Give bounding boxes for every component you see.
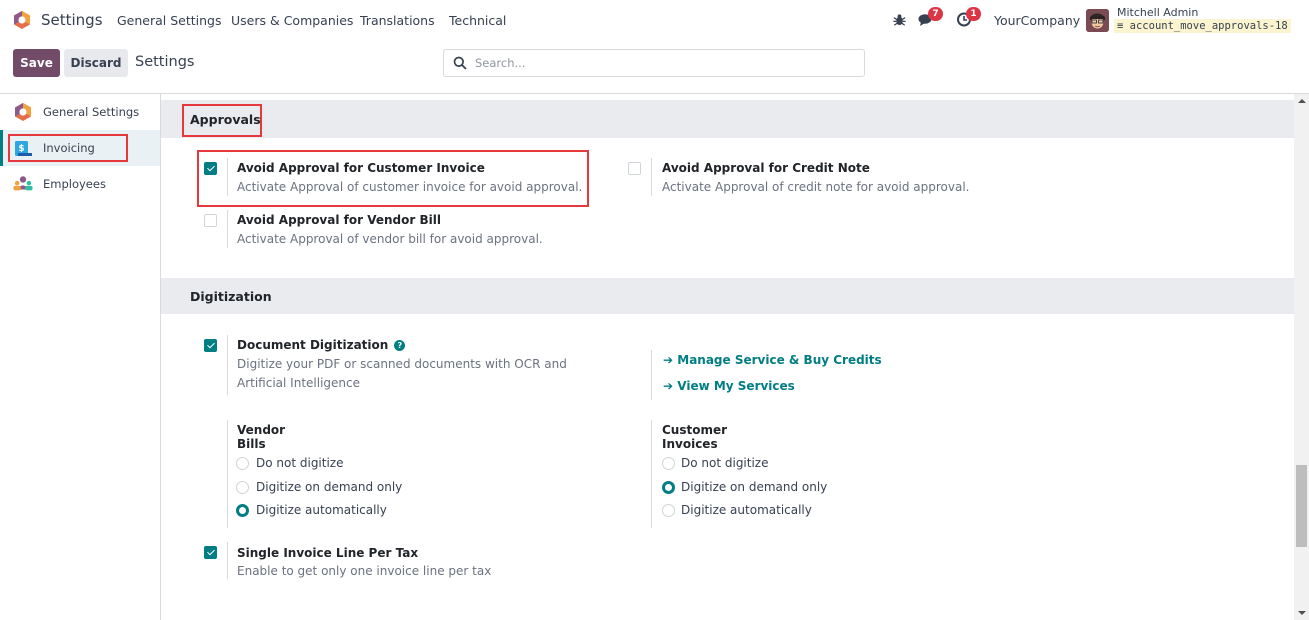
activities-badge: 1 [966, 7, 981, 21]
group-divider [227, 420, 228, 528]
setting-title: Avoid Approval for Credit Note [662, 161, 870, 175]
radio-vendor-do-not-digitize[interactable] [236, 457, 249, 470]
help-icon[interactable]: ? [394, 340, 406, 351]
search-icon [453, 56, 467, 70]
link-label: View My Services [677, 379, 795, 393]
menu-users-companies[interactable]: Users & Companies [231, 13, 353, 28]
setting-title: Single Invoice Line Per Tax [237, 546, 419, 560]
scroll-thumb[interactable] [1296, 465, 1307, 547]
messages-button[interactable]: 7 [918, 7, 943, 29]
section-approvals-header: Approvals [161, 100, 1295, 138]
section-digitization-header: Digitization [161, 278, 1295, 314]
sidebar-item-employees[interactable]: Employees [0, 166, 160, 202]
group-title: Customer Invoices [662, 423, 728, 451]
checkbox-vendor-bill[interactable] [204, 214, 217, 227]
link-label: Manage Service & Buy Credits [677, 353, 882, 367]
avatar-icon [1086, 9, 1109, 32]
app-title[interactable]: Settings [41, 11, 103, 29]
save-button[interactable]: Save [13, 49, 60, 77]
sidebar-label: Employees [43, 177, 106, 191]
breadcrumb: Settings [135, 54, 195, 70]
group-title: Vendor Bills [237, 423, 286, 451]
setting-divider [227, 335, 228, 395]
section-title: Approvals [190, 112, 261, 127]
radio-label[interactable]: Do not digitize [256, 456, 344, 470]
view-services-link[interactable]: ➔ View My Services [663, 379, 795, 393]
radio-customer-do-not-digitize[interactable] [662, 457, 675, 470]
odoo-logo-icon[interactable] [12, 10, 32, 30]
radio-customer-automatically[interactable] [662, 504, 675, 517]
employees-icon [13, 176, 33, 191]
manage-service-link[interactable]: ➔ Manage Service & Buy Credits [663, 353, 882, 367]
radio-label[interactable]: Digitize on demand only [256, 480, 402, 494]
database-name: ≡ account_move_approvals-18 [1114, 19, 1291, 33]
settings-sidebar: General Settings $ Invoicing Employees [0, 94, 161, 620]
setting-description: Activate Approval of vendor bill for avo… [237, 232, 543, 246]
sidebar-item-general-settings[interactable]: General Settings [0, 94, 160, 130]
database-icon: ≡ [1117, 20, 1124, 32]
scroll-down-arrow-icon[interactable] [1298, 611, 1306, 615]
svg-text:$: $ [18, 144, 24, 154]
discard-button[interactable]: Discard [64, 49, 128, 77]
radio-label[interactable]: Digitize automatically [681, 503, 812, 517]
odoo-logo-icon [15, 103, 31, 121]
radio-label[interactable]: Do not digitize [681, 456, 769, 470]
checkbox-single-invoice-line[interactable] [204, 546, 217, 559]
sidebar-label: General Settings [43, 105, 140, 119]
user-avatar[interactable] [1086, 9, 1109, 32]
setting-title: Avoid Approval for Customer Invoice [237, 161, 485, 175]
company-switcher[interactable]: YourCompany [994, 13, 1080, 28]
bug-icon[interactable] [892, 12, 907, 27]
setting-description: Digitize your PDF or scanned documents w… [237, 357, 567, 390]
menu-general-settings[interactable]: General Settings [117, 13, 222, 28]
setting-description: Enable to get only one invoice line per … [237, 564, 492, 578]
checkbox-customer-invoice[interactable] [204, 162, 217, 175]
setting-divider [227, 542, 228, 579]
main-scrollbar[interactable] [1294, 94, 1309, 620]
menu-translations[interactable]: Translations [360, 13, 435, 28]
radio-label[interactable]: Digitize automatically [256, 503, 387, 517]
setting-divider [227, 158, 228, 196]
radio-label[interactable]: Digitize on demand only [681, 480, 827, 494]
arrow-right-icon: ➔ [663, 379, 674, 393]
activities-button[interactable]: 1 [956, 7, 981, 29]
section-title: Digitization [190, 289, 272, 304]
setting-title-text: Document Digitization [237, 338, 389, 352]
checkbox-credit-note[interactable] [628, 162, 641, 175]
group-divider [651, 420, 652, 528]
user-name[interactable]: Mitchell Admin [1117, 6, 1198, 19]
setting-divider [651, 158, 652, 196]
invoicing-icon: $ [15, 141, 32, 156]
setting-title: Avoid Approval for Vendor Bill [237, 213, 441, 227]
search-box[interactable] [443, 49, 865, 77]
top-navbar: Settings General Settings Users & Compan… [0, 0, 1309, 40]
arrow-right-icon: ➔ [663, 353, 674, 367]
sidebar-label: Invoicing [43, 141, 95, 155]
settings-content: Approvals Avoid Approval for Customer In… [161, 94, 1295, 620]
menu-technical[interactable]: Technical [449, 13, 506, 28]
checkbox-document-digitization[interactable] [204, 339, 217, 352]
setting-description: Activate Approval of credit note for avo… [662, 180, 970, 194]
links-divider [651, 350, 652, 400]
search-input[interactable] [475, 56, 855, 70]
setting-description: Activate Approval of customer invoice fo… [237, 180, 583, 194]
database-label: account_move_approvals-18 [1129, 20, 1288, 32]
radio-customer-on-demand[interactable] [662, 481, 675, 494]
scroll-up-arrow-icon[interactable] [1298, 99, 1306, 103]
setting-title: Document Digitization? [237, 338, 406, 352]
radio-vendor-on-demand[interactable] [236, 481, 249, 494]
radio-vendor-automatically[interactable] [236, 504, 249, 517]
setting-divider [227, 210, 228, 248]
sidebar-item-invoicing[interactable]: $ Invoicing [0, 130, 160, 166]
messages-badge: 7 [928, 7, 943, 21]
